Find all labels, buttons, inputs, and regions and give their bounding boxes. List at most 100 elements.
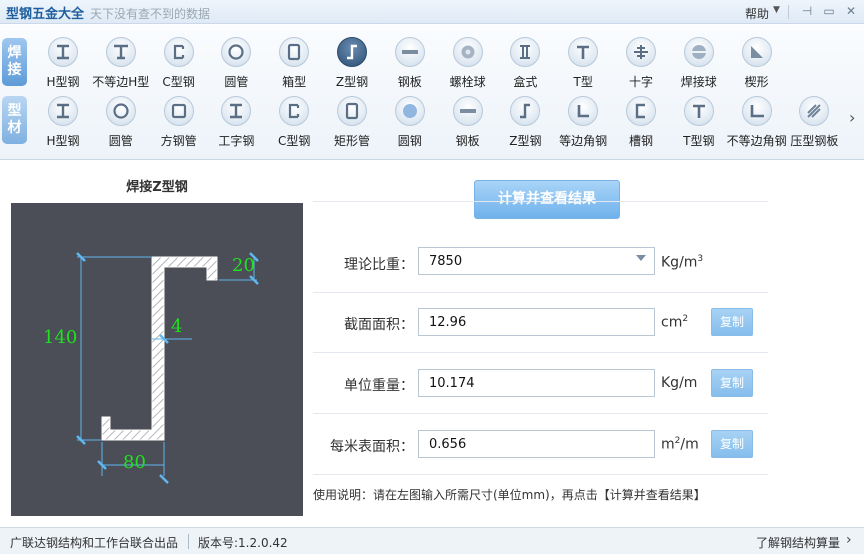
tool-t-section[interactable]: T型 [554, 37, 612, 93]
round-pipe-icon [221, 37, 252, 67]
round-bar-icon [394, 96, 425, 126]
dim-flange-value[interactable]: 80 [123, 452, 146, 473]
tool-profiled-sheet[interactable]: 压型钢板 [785, 96, 843, 152]
tool-unequal-angle[interactable]: 不等边角钢 [727, 96, 787, 152]
unit-weight-label: 单位重量： [344, 378, 414, 394]
steel-plate-icon [394, 37, 425, 67]
surface-area-unit: m2/m [661, 436, 699, 453]
t-section-icon [683, 96, 714, 126]
version-text: 版本号:1.2.0.42 [198, 536, 288, 550]
area-unit: cm2 [661, 314, 688, 331]
copy-unit-weight-button[interactable]: 复制 [711, 369, 753, 397]
tool-label: 压型钢板 [790, 134, 839, 148]
tool-z-section[interactable]: Z型钢 [323, 37, 381, 93]
unit-weight-field[interactable]: 10.174 [418, 369, 655, 397]
copy-area-button[interactable]: 复制 [711, 308, 753, 336]
tool-box-type[interactable]: 盒式 [496, 37, 554, 93]
surface-area-label: 每米表面积： [330, 439, 414, 455]
weld-category-tab[interactable]: 焊 接 [2, 38, 27, 86]
tool-c-channel[interactable]: C型钢 [150, 37, 208, 93]
calculate-button[interactable]: 计算并查看结果 [474, 180, 620, 219]
tool-round-pipe[interactable]: 圆管 [207, 37, 265, 93]
shape-toolbar: 焊 接 型 材 H型钢 不等边H型 C型钢 圆管 箱型 Z型钢 钢板 螺栓球 盒式 T型 十字 焊接球… [0, 25, 864, 160]
tool-channel[interactable]: 槽钢 [612, 96, 670, 152]
tool-round-bar[interactable]: 圆钢 [381, 96, 439, 152]
chevron-down-icon[interactable]: ▼ [773, 5, 780, 15]
steel-plate-icon [452, 96, 483, 126]
tool-wedge[interactable]: 楔形 [728, 37, 786, 93]
section-diagram: 140 20 4 80 [11, 203, 303, 516]
unequal-h-beam-icon [105, 37, 136, 67]
diagram-title: 焊接Z型钢 [126, 180, 188, 195]
area-field[interactable]: 12.96 [418, 308, 655, 336]
pin-icon[interactable]: ⊣ [799, 3, 815, 19]
profiled-sheet-icon [799, 96, 830, 126]
z-section-drawing [76, 252, 259, 484]
unit-text: Kg/m [661, 254, 698, 271]
tool-z-section[interactable]: Z型钢 [496, 96, 554, 152]
tool-i-beam[interactable]: 工字钢 [207, 96, 265, 152]
tool-bolt-ball[interactable]: 螺栓球 [439, 37, 497, 93]
unit-superscript: 2 [682, 314, 689, 324]
round-pipe-icon [105, 96, 136, 126]
divider [313, 413, 768, 414]
density-select[interactable]: 7850 [418, 247, 655, 275]
unit-text: cm [661, 314, 683, 331]
minimize-icon[interactable]: ▭ [821, 3, 837, 19]
chevron-right-icon[interactable]: › [846, 532, 852, 548]
box-type-icon [510, 37, 541, 67]
dim-thickness-value[interactable]: 4 [171, 316, 182, 337]
surface-area-field[interactable]: 0.656 [418, 430, 655, 458]
tool-h-beam[interactable]: H型钢 [34, 96, 92, 152]
credit-text: 广联达钢结构和工作台联合出品 [10, 536, 179, 550]
tool-t-section[interactable]: T型钢 [670, 96, 728, 152]
dim-height-value[interactable]: 140 [43, 327, 77, 348]
z-section-icon [510, 96, 541, 126]
area-label: 截面面积： [344, 317, 414, 333]
unit-weight-unit: Kg/m [661, 375, 698, 391]
tool-rect-tube[interactable]: 矩形管 [323, 96, 381, 152]
copy-surface-area-button[interactable]: 复制 [711, 430, 753, 458]
channel-icon [626, 96, 656, 126]
h-beam-icon [48, 37, 78, 67]
tool-steel-plate[interactable]: 钢板 [439, 96, 497, 152]
unit-text: /m [680, 436, 699, 453]
tool-unequal-h-beam[interactable]: 不等边H型 [92, 37, 150, 93]
tool-c-channel[interactable]: C型钢 [265, 96, 323, 152]
status-bar: 广联达钢结构和工作台联合出品 版本号:1.2.0.42 了解钢结构算量 › [0, 527, 864, 554]
cross-section-icon [626, 37, 656, 67]
tool-box-section[interactable]: 箱型 [265, 37, 323, 93]
welded-ball-icon [683, 37, 714, 67]
divider [313, 292, 768, 293]
unequal-angle-icon [741, 96, 772, 126]
box-section-icon [279, 37, 310, 67]
help-menu[interactable]: 帮助 [745, 5, 769, 22]
usage-instructions: 使用说明：请在左图输入所需尺寸(单位mm)，再点击【计算并查看结果】 [313, 488, 706, 502]
scroll-right-icon[interactable]: › [849, 108, 855, 127]
dim-tick [159, 474, 169, 484]
app-slogan: 天下没有查不到的数据 [90, 7, 211, 21]
z-section-profile [101, 256, 218, 441]
wedge-icon [741, 37, 772, 67]
title-bar: 型钢五金大全 天下没有查不到的数据 帮助 ▼ ⊣ ▭ ✕ [0, 0, 864, 24]
tool-cross-section[interactable]: 十字 [612, 37, 670, 93]
h-beam-icon [48, 96, 78, 126]
dim-lip-value[interactable]: 20 [232, 255, 255, 276]
tool-square-tube[interactable]: 方钢管 [150, 96, 208, 152]
close-icon[interactable]: ✕ [843, 3, 859, 19]
section-category-tab[interactable]: 型 材 [2, 96, 27, 144]
tool-round-pipe[interactable]: 圆管 [92, 96, 150, 152]
learn-more-link[interactable]: 了解钢结构算量 [756, 534, 840, 551]
tool-welded-ball[interactable]: 焊接球 [670, 37, 728, 93]
tool-steel-plate[interactable]: 钢板 [381, 37, 439, 93]
divider [313, 474, 768, 475]
tool-label: 楔形 [744, 75, 769, 89]
density-unit: Kg/m3 [661, 254, 703, 271]
tool-equal-angle[interactable]: 等边角钢 [554, 96, 612, 152]
chevron-down-icon[interactable] [636, 255, 646, 261]
tool-h-beam[interactable]: H型钢 [34, 37, 92, 93]
i-beam-icon [221, 96, 252, 126]
weld-category-char: 焊 [7, 45, 22, 61]
c-channel-icon [163, 37, 194, 67]
section-category-char: 型 [7, 103, 22, 119]
